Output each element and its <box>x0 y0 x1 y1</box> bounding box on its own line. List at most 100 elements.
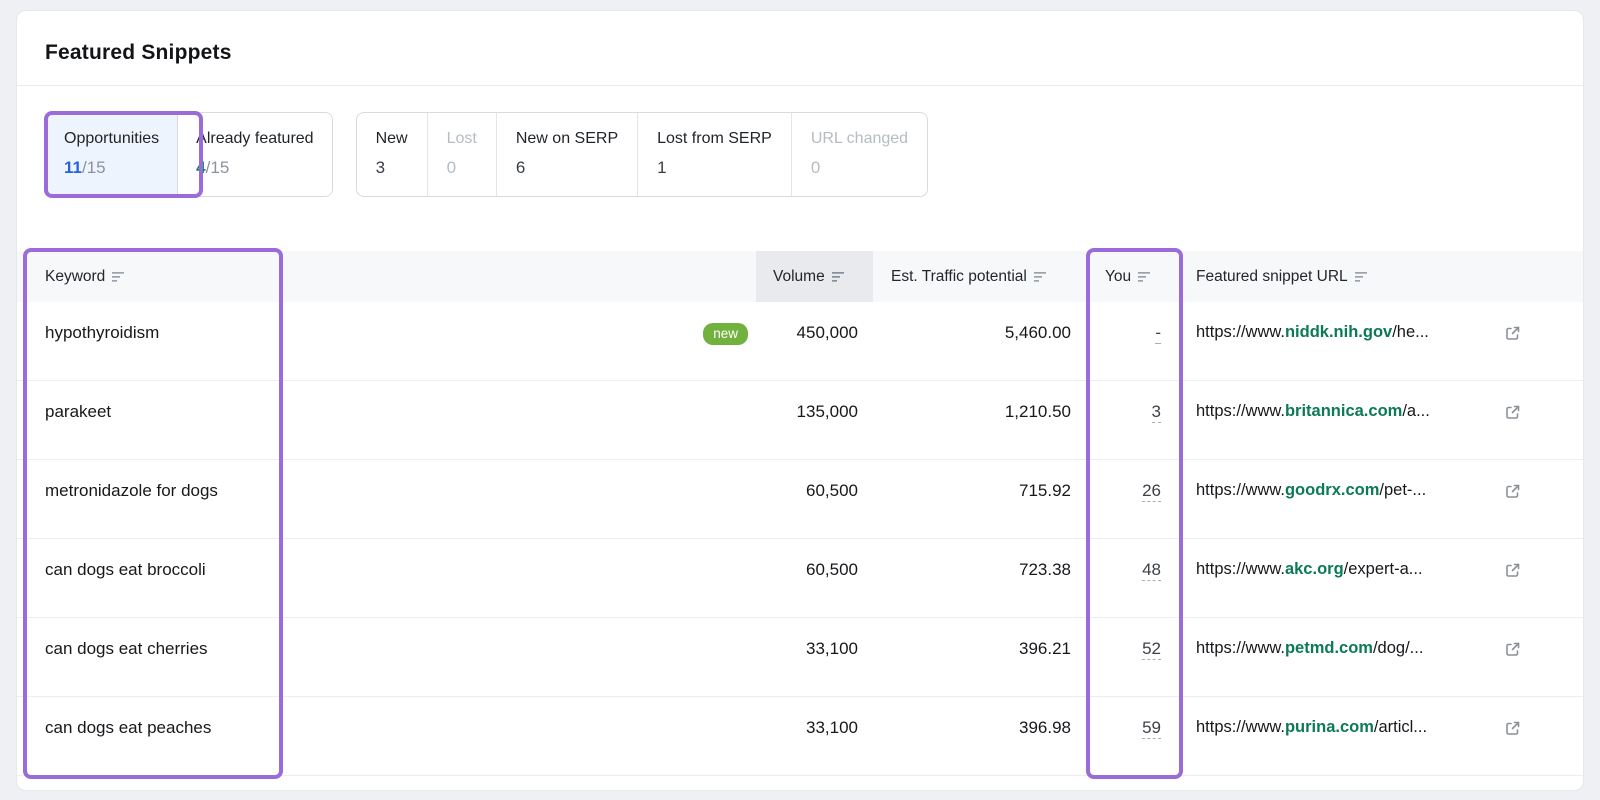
external-link-icon[interactable] <box>1504 483 1521 500</box>
tab-opportunities[interactable]: Opportunities 11/15 <box>46 113 178 196</box>
url-suffix: /pet-... <box>1379 481 1427 499</box>
url-suffix: /dog/... <box>1372 639 1424 657</box>
table-row: can dogs eat broccoli 60,500 723.38 48 h… <box>17 539 1583 618</box>
url-cell: https://www.purina.com/articl... <box>1184 697 1555 775</box>
you-cell: 59 <box>1081 697 1184 775</box>
external-link-icon[interactable] <box>1504 404 1521 421</box>
snippet-url-link[interactable]: https://www.purina.com/articl... <box>1196 718 1427 737</box>
keyword-cell: parakeet <box>45 381 756 459</box>
tab-already-featured[interactable]: Already featured 4/15 <box>177 113 332 196</box>
tab-opportunities-count-num: 11 <box>64 158 82 177</box>
filter-lost-from-serp[interactable]: Lost from SERP 1 <box>637 113 791 196</box>
table-row: can dogs eat peaches 33,100 396.98 59 ht… <box>17 697 1583 776</box>
volume-cell: 60,500 <box>806 560 858 579</box>
sort-icon[interactable] <box>1354 271 1369 282</box>
snippet-url-link[interactable]: https://www.goodrx.com/pet-... <box>1196 481 1426 500</box>
column-header-url-label: Featured snippet URL <box>1196 267 1348 285</box>
external-link-icon[interactable] <box>1504 720 1521 737</box>
you-cell: 26 <box>1081 460 1184 538</box>
keyword-cell: can dogs eat peaches <box>45 697 756 775</box>
url-suffix: /he... <box>1392 323 1429 341</box>
keyword-cell: hypothyroidism new <box>45 302 756 380</box>
url-domain: akc.org <box>1284 560 1344 578</box>
you-position-link[interactable]: - <box>1155 323 1161 344</box>
you-position-link[interactable]: 3 <box>1151 402 1161 423</box>
traffic-cell: 396.21 <box>1019 639 1071 658</box>
external-link-icon[interactable] <box>1504 325 1521 342</box>
volume-cell: 33,100 <box>806 718 858 737</box>
url-prefix: https://www. <box>1196 402 1285 420</box>
filter-new-on-serp[interactable]: New on SERP 6 <box>495 113 637 196</box>
snippet-url-link[interactable]: https://www.petmd.com/dog/... <box>1196 639 1423 658</box>
featured-snippets-panel: Featured Snippets Opportunities 11/15 Al… <box>16 10 1584 791</box>
keyword-text: can dogs eat peaches <box>45 718 212 737</box>
filter-lost-count: 0 <box>446 158 457 177</box>
new-badge: new <box>703 323 748 345</box>
change-filters: New 3 Lost 0 New on SERP 6 Lost from SER… <box>355 112 929 197</box>
column-header-traffic[interactable]: Est. Traffic potential <box>873 251 1081 302</box>
keyword-cell: can dogs eat cherries <box>45 618 756 696</box>
sort-icon[interactable] <box>831 271 846 282</box>
filter-url-changed[interactable]: URL changed 0 <box>790 113 927 196</box>
keyword-text: can dogs eat broccoli <box>45 560 206 579</box>
url-cell: https://www.goodrx.com/pet-... <box>1184 460 1555 538</box>
url-suffix: /articl... <box>1373 718 1428 736</box>
keyword-text: parakeet <box>45 402 112 421</box>
url-domain: britannica.com <box>1284 402 1403 420</box>
sort-icon[interactable] <box>1033 271 1048 282</box>
url-prefix: https://www. <box>1196 718 1285 736</box>
filter-lost-label: Lost <box>446 130 477 147</box>
keyword-text: can dogs eat cherries <box>45 639 208 658</box>
filter-new-on-serp-count: 6 <box>515 158 526 177</box>
traffic-cell: 723.38 <box>1019 560 1071 579</box>
traffic-cell: 5,460.00 <box>1004 323 1071 342</box>
snippet-url-link[interactable]: https://www.niddk.nih.gov/he... <box>1196 323 1429 342</box>
url-domain: purina.com <box>1284 718 1374 736</box>
column-header-you[interactable]: You <box>1081 251 1184 302</box>
url-cell: https://www.akc.org/expert-a... <box>1184 539 1555 617</box>
url-domain: petmd.com <box>1284 639 1373 657</box>
filter-url-changed-count: 0 <box>810 158 821 177</box>
column-header-url[interactable]: Featured snippet URL <box>1184 251 1555 302</box>
keyword-cell: metronidazole for dogs <box>45 460 756 538</box>
volume-cell: 33,100 <box>806 639 858 658</box>
tab-opportunities-count: 11/15 <box>64 157 159 178</box>
tab-opportunities-label: Opportunities <box>64 130 160 147</box>
table-header-row: Keyword Volume Est. Traffic potential Yo… <box>17 251 1583 302</box>
table-row: parakeet 135,000 1,210.50 3 https://www.… <box>17 381 1583 460</box>
sort-icon[interactable] <box>1138 271 1152 282</box>
filter-new[interactable]: New 3 <box>357 113 427 196</box>
external-link-icon[interactable] <box>1504 562 1521 579</box>
tab-already-featured-label: Already featured <box>196 130 314 147</box>
tab-opportunities-count-suffix: /15 <box>81 158 106 177</box>
snippet-url-link[interactable]: https://www.akc.org/expert-a... <box>1196 560 1423 579</box>
external-link-icon[interactable] <box>1504 641 1521 658</box>
filter-url-changed-label: URL changed <box>810 130 909 147</box>
url-cell: https://www.niddk.nih.gov/he... <box>1184 302 1555 380</box>
snippet-url-link[interactable]: https://www.britannica.com/a... <box>1196 402 1430 421</box>
you-position-link[interactable]: 26 <box>1142 481 1161 502</box>
column-header-keyword[interactable]: Keyword <box>45 251 756 302</box>
sort-icon[interactable] <box>112 271 126 282</box>
snippets-table: Keyword Volume Est. Traffic potential Yo… <box>17 251 1583 776</box>
you-position-link[interactable]: 59 <box>1142 718 1161 739</box>
filter-new-count: 3 <box>375 158 386 177</box>
you-position-link[interactable]: 52 <box>1142 639 1161 660</box>
tab-already-featured-count-suffix: /15 <box>205 158 230 177</box>
url-domain: goodrx.com <box>1284 481 1380 499</box>
controls-row: Opportunities 11/15 Already featured 4/1… <box>45 112 1555 197</box>
tab-already-featured-count: 4/15 <box>196 157 313 178</box>
snippet-tabs: Opportunities 11/15 Already featured 4/1… <box>45 112 333 197</box>
filter-lost[interactable]: Lost 0 <box>426 113 496 196</box>
volume-cell: 135,000 <box>796 402 858 421</box>
url-prefix: https://www. <box>1196 323 1285 341</box>
you-cell: 48 <box>1081 539 1184 617</box>
traffic-cell: 715.92 <box>1019 481 1071 500</box>
you-position-link[interactable]: 48 <box>1142 560 1161 581</box>
column-header-keyword-label: Keyword <box>45 267 106 285</box>
column-header-volume[interactable]: Volume <box>756 251 873 302</box>
url-suffix: /expert-a... <box>1343 560 1423 578</box>
traffic-cell: 1,210.50 <box>1004 402 1071 421</box>
url-cell: https://www.petmd.com/dog/... <box>1184 618 1555 696</box>
traffic-cell: 396.98 <box>1019 718 1071 737</box>
